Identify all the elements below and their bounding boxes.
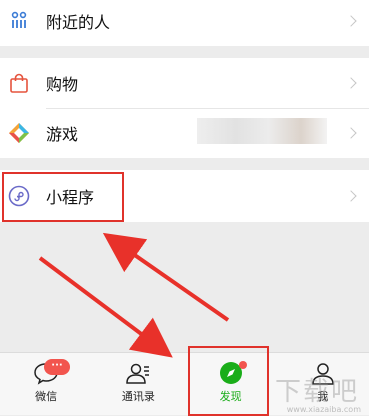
annotation-arrows [38,232,230,358]
arrow-to-mini-programs [102,232,230,322]
arrow-to-discover [38,256,173,358]
